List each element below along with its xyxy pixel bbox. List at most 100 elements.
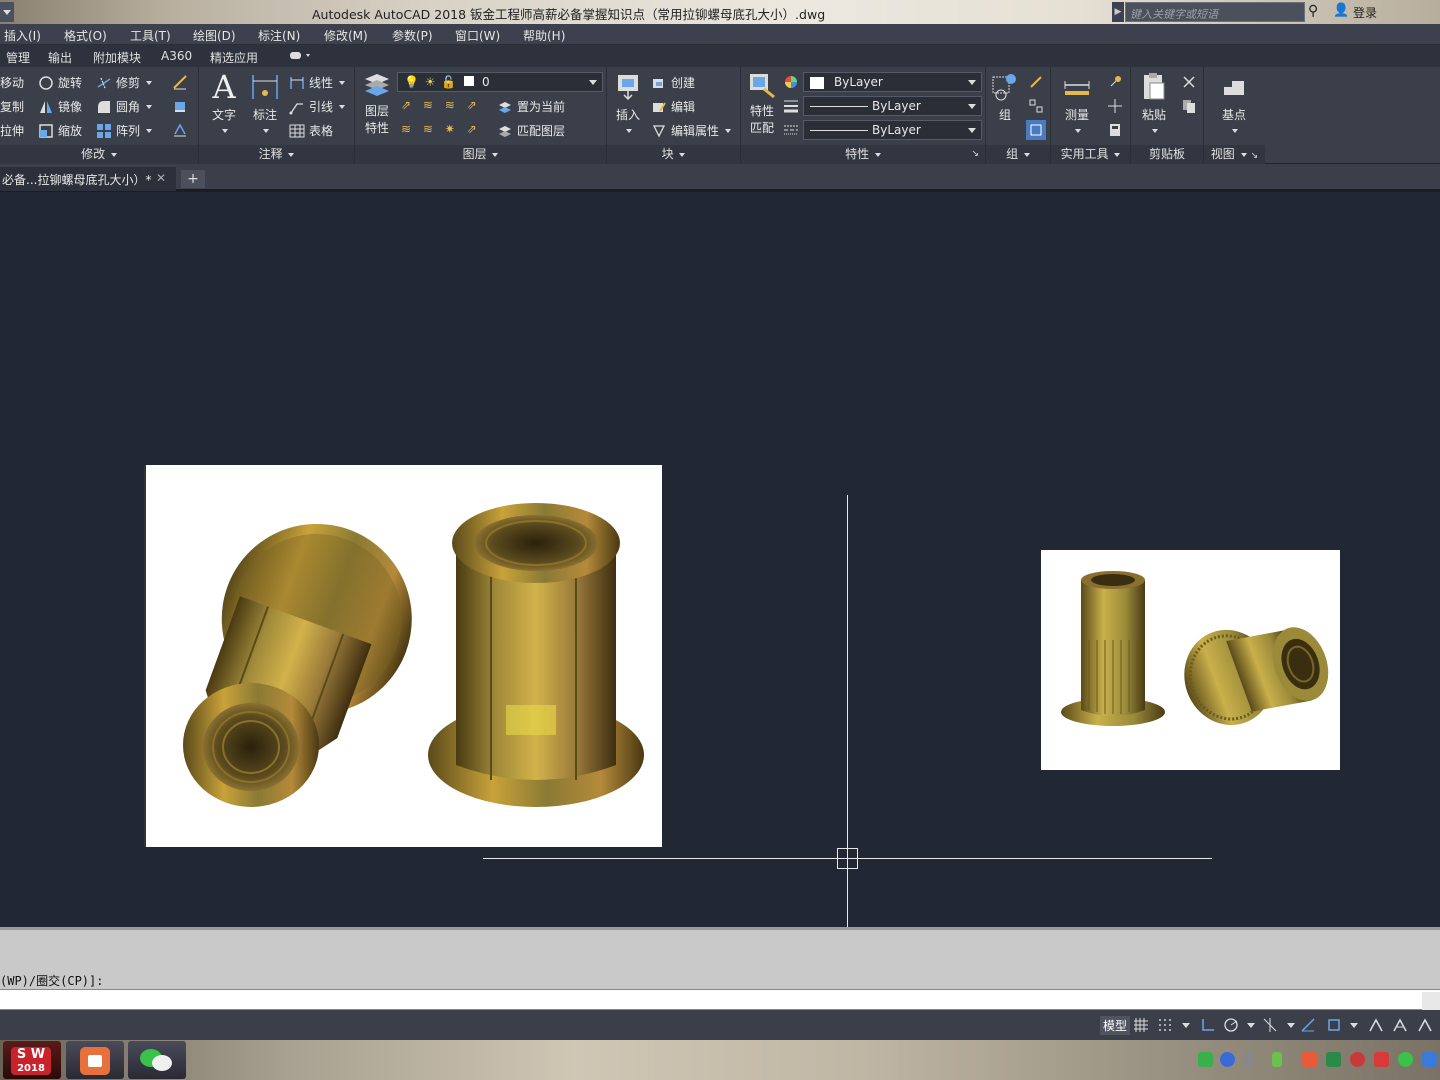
rotate-button[interactable]: 旋转 (38, 74, 82, 91)
video-app-icon[interactable] (66, 1041, 124, 1079)
table-button[interactable]: 表格 (289, 122, 333, 139)
osnap-dropdown-icon[interactable] (1346, 1017, 1362, 1033)
menu-format[interactable]: 格式(O) (64, 27, 107, 44)
array-button[interactable]: 阵列 (96, 122, 153, 139)
groups-panel-label[interactable]: 组 (986, 145, 1050, 164)
ribbon-toggle-icon[interactable] (289, 50, 311, 62)
menu-parametric[interactable]: 参数(P) (392, 27, 433, 44)
cut-icon[interactable] (1181, 74, 1197, 90)
menu-modify[interactable]: 修改(M) (324, 27, 368, 44)
draw-line-icon[interactable] (172, 74, 188, 90)
tab-a360[interactable]: A360 (161, 49, 192, 63)
point-style-icon[interactable] (1107, 98, 1123, 114)
match-layer-button[interactable]: 匹配图层 (497, 122, 565, 139)
wechat-icon[interactable] (128, 1041, 186, 1079)
binoculars-icon[interactable]: ⚲ (1308, 3, 1318, 19)
base-view-button[interactable]: 基点 (1216, 71, 1252, 137)
menu-draw[interactable]: 绘图(D) (193, 27, 236, 44)
view-panel-label[interactable]: 视图 ↘ (1204, 145, 1265, 164)
menu-insert[interactable]: 插入(I) (4, 27, 41, 44)
trim-button[interactable]: 修剪 (96, 74, 153, 91)
scale-button[interactable]: 缩放 (38, 122, 82, 139)
layer-tools-row1[interactable]: ⇗ ≋ ≋ ⇗ (401, 98, 477, 112)
annotation-visibility-icon[interactable] (1368, 1017, 1384, 1033)
tray-network-icon[interactable] (1326, 1052, 1341, 1067)
menu-window[interactable]: 窗口(W) (455, 27, 500, 44)
ungroup-icon[interactable] (1028, 98, 1044, 114)
eraser-icon[interactable] (172, 98, 188, 114)
tab-featured-apps[interactable]: 精选应用 (210, 49, 258, 66)
model-space-button[interactable]: 模型 (1100, 1016, 1131, 1035)
mirror-button[interactable]: 镜像 (38, 98, 82, 115)
tray-app-icon[interactable] (1302, 1052, 1317, 1067)
clipboard-panel-label[interactable]: 剪贴板 (1131, 145, 1203, 164)
lineweight-dropdown[interactable]: ByLayer (803, 120, 982, 140)
match-properties-button[interactable]: 特性 匹配 (745, 71, 779, 136)
isodraft-icon[interactable] (1262, 1017, 1278, 1033)
measure-button[interactable]: 测量 (1057, 71, 1097, 137)
color-dropdown[interactable]: ByLayer (803, 72, 982, 92)
menu-tools[interactable]: 工具(T) (130, 27, 171, 44)
close-tab-icon[interactable]: ✕ (156, 171, 166, 185)
object-snap-tracking-icon[interactable] (1300, 1017, 1316, 1033)
tray-sogou-icon[interactable] (1198, 1052, 1213, 1067)
drawing-canvas[interactable] (0, 192, 1440, 927)
edit-block-button[interactable]: 编辑 (651, 98, 695, 115)
object-snap-icon[interactable] (1326, 1017, 1342, 1033)
annotation-scale-icon[interactable] (1417, 1017, 1433, 1033)
tab-manage[interactable]: 管理 (6, 49, 30, 66)
login-link[interactable]: 登录 (1353, 4, 1377, 21)
menu-dimension[interactable]: 标注(N) (258, 27, 300, 44)
annotation-autoscale-icon[interactable] (1392, 1017, 1408, 1033)
linetype-icon[interactable] (783, 122, 799, 138)
block-panel-label[interactable]: 块 (607, 145, 740, 164)
tray-help-icon[interactable] (1220, 1052, 1235, 1067)
tray-antivirus-icon[interactable] (1350, 1052, 1365, 1067)
set-current-button[interactable]: 置为当前 (497, 98, 565, 115)
search-expand-icon[interactable]: ▶ (1112, 2, 1124, 22)
leader-button[interactable]: 引线 (289, 98, 346, 115)
text-button[interactable]: A 文字 (207, 71, 241, 137)
dimension-button[interactable]: 标注 (247, 71, 283, 137)
new-tab-button[interactable]: + (181, 170, 205, 188)
group-button[interactable]: 组 (988, 71, 1022, 123)
quick-access-dropdown[interactable] (0, 2, 14, 22)
group-selection-toggle-icon[interactable] (1026, 120, 1046, 140)
properties-panel-label[interactable]: 特性 ↘ (741, 145, 985, 164)
fillet-button[interactable]: 圆角 (96, 98, 153, 115)
group-edit-icon[interactable] (1028, 74, 1044, 90)
layer-dropdown[interactable]: 💡 ☀ 🔓 0 (397, 72, 603, 92)
layers-panel-label[interactable]: 图层 (355, 145, 606, 164)
menu-help[interactable]: 帮助(H) (523, 27, 565, 44)
command-line-input[interactable] (0, 989, 1440, 1028)
lineweight-icon[interactable] (783, 98, 799, 114)
layer-tools-row2[interactable]: ≋ ≋ ✷ ⇗ (401, 122, 477, 136)
file-tab[interactable]: 必备...拉铆螺母底孔大小）* ✕ (0, 167, 176, 191)
color-wheel-icon[interactable] (783, 74, 799, 90)
polar-dropdown-icon[interactable] (1243, 1017, 1259, 1033)
copy-clip-icon[interactable] (1181, 98, 1197, 114)
tray-battery-icon[interactable] (1272, 1052, 1282, 1067)
search-input[interactable]: 键入关键字或短语 (1125, 2, 1305, 22)
polar-tracking-icon[interactable] (1223, 1017, 1239, 1033)
linetype-dropdown[interactable]: ByLayer (803, 96, 982, 116)
modify-panel-label[interactable]: 修改 (0, 145, 198, 164)
snap-dropdown-icon[interactable] (1178, 1017, 1194, 1033)
stretch-button[interactable]: 拉伸 (0, 122, 24, 139)
insert-block-button[interactable]: 插入 (611, 71, 645, 137)
rivet-nut-photo-large[interactable] (144, 465, 662, 847)
layer-properties-button[interactable]: 图层 特性 (361, 71, 393, 136)
edit-attributes-button[interactable]: 编辑属性 (651, 122, 732, 139)
solidworks-2018-icon[interactable]: S W 2018 (3, 1041, 61, 1079)
rivet-nut-photo-small[interactable] (1041, 550, 1340, 770)
calculator-icon[interactable] (1107, 122, 1123, 138)
isodraft-dropdown-icon[interactable] (1283, 1017, 1299, 1033)
tray-expand-icon[interactable] (1243, 1052, 1253, 1067)
user-icon[interactable]: 👤 (1333, 3, 1349, 18)
utilities-panel-label[interactable]: 实用工具 (1051, 145, 1130, 164)
explode-icon[interactable] (172, 122, 188, 138)
linear-dim-button[interactable]: 线性 (289, 74, 346, 91)
tab-addins[interactable]: 附加模块 (93, 49, 141, 66)
snap-icon[interactable] (1157, 1017, 1173, 1033)
copy-button[interactable]: 复制 (0, 98, 24, 115)
